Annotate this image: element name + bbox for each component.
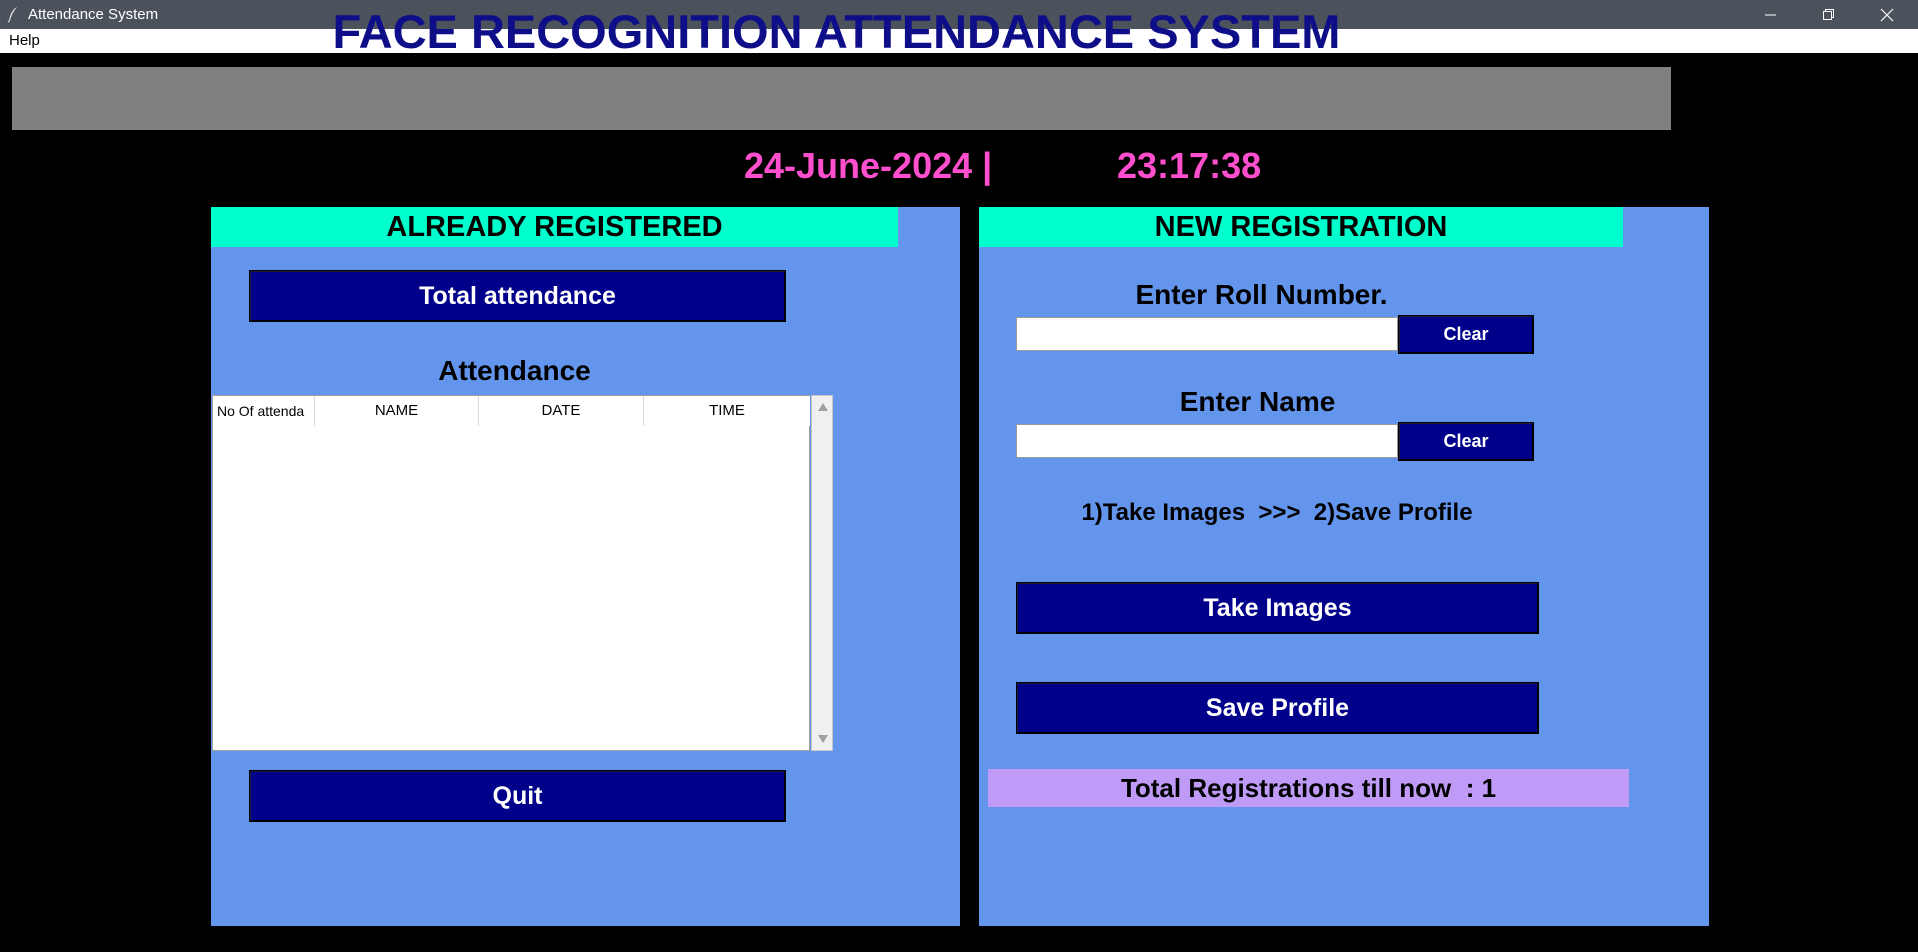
- attendance-label: Attendance: [438, 355, 591, 386]
- restore-icon: [1823, 8, 1834, 20]
- close-button[interactable]: [1858, 0, 1916, 29]
- total-registrations-label: Total Registrations till now : 1: [988, 769, 1629, 807]
- save-profile-button[interactable]: Save Profile: [1016, 682, 1539, 734]
- name-label: Enter Name: [1179, 386, 1336, 417]
- restore-button[interactable]: [1800, 0, 1858, 29]
- date-display: 24-June-2024 |: [744, 145, 993, 186]
- instructions-text: 1)Take Images >>> 2)Save Profile: [1081, 499, 1473, 526]
- clear-name-button[interactable]: Clear: [1398, 422, 1534, 461]
- scroll-up-arrow-icon[interactable]: [818, 403, 828, 411]
- column-header-name[interactable]: NAME: [315, 396, 479, 426]
- header-banner: [12, 67, 1671, 130]
- quit-button[interactable]: Quit: [249, 770, 786, 822]
- column-header-count[interactable]: No Of attenda: [213, 396, 315, 426]
- column-header-time[interactable]: TIME: [644, 396, 810, 426]
- roll-number-label: Enter Roll Number.: [1135, 279, 1388, 310]
- new-registration-panel: [979, 207, 1709, 926]
- already-registered-heading: ALREADY REGISTERED: [211, 207, 898, 247]
- total-attendance-button[interactable]: Total attendance: [249, 270, 786, 322]
- minimize-icon: [1765, 14, 1776, 15]
- roll-number-input[interactable]: [1016, 317, 1398, 351]
- page-title: FACE RECOGNITION ATTENDANCE SYSTEM: [332, 5, 1341, 58]
- close-icon: [1880, 8, 1894, 21]
- clear-roll-number-button[interactable]: Clear: [1398, 315, 1534, 354]
- new-registration-heading: NEW REGISTRATION: [979, 207, 1623, 247]
- attendance-table[interactable]: No Of attenda NAME DATE TIME: [212, 395, 810, 751]
- table-scrollbar[interactable]: [811, 395, 833, 751]
- scroll-down-arrow-icon[interactable]: [818, 735, 828, 743]
- take-images-button[interactable]: Take Images: [1016, 582, 1539, 634]
- minimize-button[interactable]: [1742, 0, 1800, 29]
- name-input[interactable]: [1016, 424, 1398, 458]
- clock-display: 23:17:38: [1117, 145, 1262, 186]
- column-header-date[interactable]: DATE: [479, 396, 644, 426]
